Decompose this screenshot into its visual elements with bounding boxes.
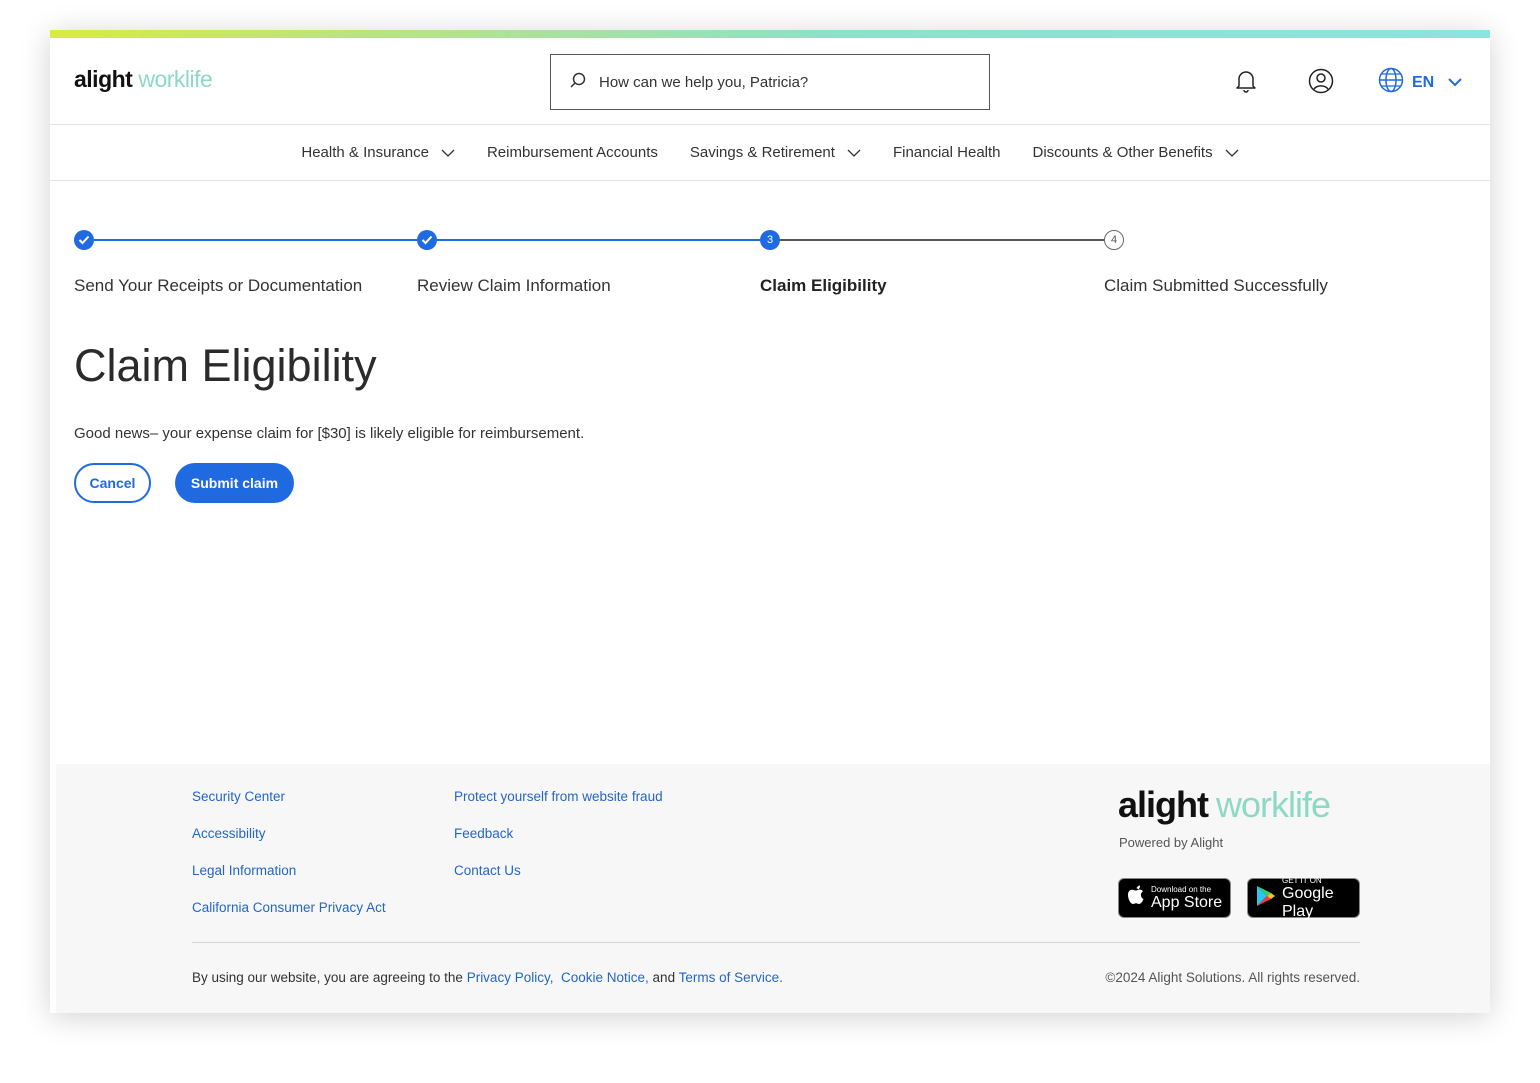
footer-link-accessibility[interactable]: Accessibility (192, 826, 266, 841)
legal-prefix-text: By using our website, you are agreeing t… (192, 970, 463, 985)
legal-notice: By using our website, you are agreeing t… (192, 970, 783, 985)
nav-label: Savings & Retirement (689, 144, 835, 161)
browser-frame: alight worklife How can we help you, Patr… (50, 30, 1490, 1013)
app-store-small-text: Download on the (1151, 884, 1212, 894)
step-complete-check-icon (417, 230, 437, 250)
nav-label: Discounts & Other Benefits (1032, 144, 1213, 161)
google-play-big-text: Google Play (1282, 884, 1334, 920)
powered-by-text: Powered by Alight (1119, 835, 1224, 850)
step-label: Review Claim Information (417, 276, 611, 295)
terms-of-service-link[interactable]: Terms of Service. (679, 970, 783, 985)
cancel-button[interactable]: Cancel (74, 463, 151, 503)
footer-link-contact-us[interactable]: Contact Us (454, 863, 521, 878)
site-footer: Security Center Accessibility Legal Info… (56, 764, 1490, 1013)
google-play-small-text: GET IT ON (1282, 875, 1322, 885)
logo-primary-text: alight (1118, 784, 1209, 825)
language-selector[interactable]: EN (1378, 67, 1462, 98)
step-number-pending: 4 (1104, 230, 1124, 250)
chevron-down-icon (441, 149, 455, 157)
footer-link-legal-information[interactable]: Legal Information (192, 863, 296, 878)
nav-item-financial-health[interactable]: Financial Health (877, 144, 1017, 161)
step-number-active: 3 (760, 230, 780, 250)
search-icon (569, 71, 599, 93)
google-play-icon (1256, 885, 1276, 912)
nav-label: Reimbursement Accounts (486, 144, 658, 161)
and-text: and (652, 970, 676, 985)
footer-link-security-center[interactable]: Security Center (192, 789, 285, 804)
alight-worklife-logo[interactable]: alight worklife (74, 66, 213, 93)
main-nav: Health & Insurance Reimbursement Account… (50, 125, 1490, 181)
progress-stepper: 3 4 Send Your Receipts or Documentation … (74, 230, 1474, 310)
submit-claim-button[interactable]: Submit claim (175, 463, 294, 503)
footer-link-feedback[interactable]: Feedback (454, 826, 513, 841)
chevron-down-icon (1448, 74, 1462, 92)
footer-divider (192, 942, 1360, 943)
language-code: EN (1412, 73, 1435, 91)
page-title: Claim Eligibility (74, 340, 377, 391)
app-store-badge[interactable]: Download on the App Store (1118, 878, 1231, 918)
step-connector (437, 239, 760, 241)
privacy-policy-link[interactable]: Privacy Policy, (467, 970, 554, 985)
footer-link-ccpa[interactable]: California Consumer Privacy Act (192, 900, 386, 915)
nav-item-discounts-other-benefits[interactable]: Discounts & Other Benefits (1017, 144, 1255, 161)
apple-icon (1127, 885, 1145, 912)
nav-label: Health & Insurance (301, 144, 429, 161)
bell-icon[interactable] (1234, 68, 1258, 99)
nav-label: Financial Health (892, 144, 1001, 161)
step-label: Send Your Receipts or Documentation (74, 276, 363, 295)
site-header: alight worklife How can we help you, Patr… (50, 38, 1490, 125)
brand-gradient-bar (50, 30, 1490, 38)
search-placeholder: How can we help you, Patricia? (599, 73, 809, 91)
globe-icon (1378, 67, 1404, 98)
cookie-notice-link[interactable]: Cookie Notice, (561, 970, 649, 985)
chevron-down-icon (847, 149, 861, 157)
step-label-active: Claim Eligibility (760, 276, 887, 295)
step-complete-check-icon (74, 230, 94, 250)
app-store-big-text: App Store (1151, 893, 1223, 911)
footer-link-website-fraud[interactable]: Protect yourself from website fraud (454, 789, 663, 804)
search-input[interactable]: How can we help you, Patricia? (550, 54, 990, 110)
step-label: Claim Submitted Successfully (1104, 276, 1328, 295)
footer-alight-worklife-logo: alight worklife (1118, 784, 1331, 826)
user-profile-icon[interactable] (1308, 68, 1334, 99)
step-connector (94, 239, 417, 241)
logo-primary-text: alight (74, 66, 133, 92)
step-connector (780, 239, 1104, 241)
nav-item-reimbursement-accounts[interactable]: Reimbursement Accounts (471, 144, 674, 161)
nav-item-savings-retirement[interactable]: Savings & Retirement (674, 144, 877, 161)
logo-secondary-text: worklife (1216, 784, 1331, 825)
google-play-badge[interactable]: GET IT ON Google Play (1247, 875, 1360, 920)
chevron-down-icon (1225, 149, 1239, 157)
logo-secondary-text: worklife (138, 66, 213, 92)
eligibility-message: Good news– your expense claim for [$30] … (74, 425, 585, 442)
copyright-text: ©2024 Alight Solutions. All rights reser… (1105, 970, 1360, 985)
nav-item-health-insurance[interactable]: Health & Insurance (285, 144, 471, 161)
